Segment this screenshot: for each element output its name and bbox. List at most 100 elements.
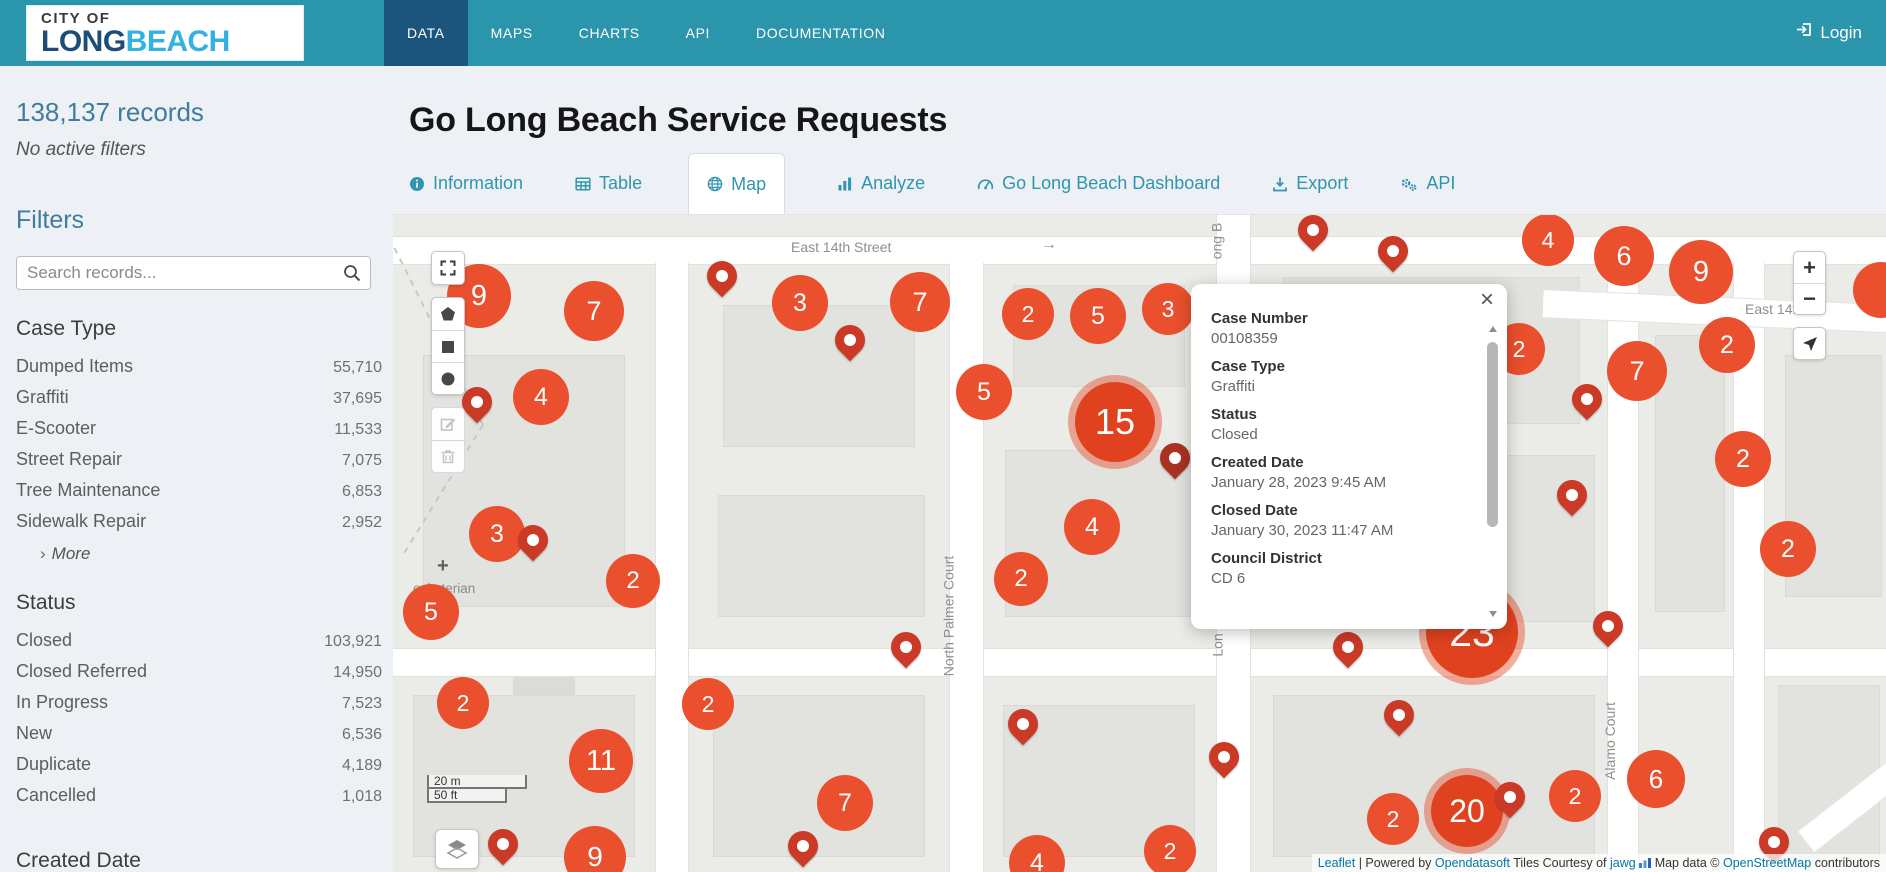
attribution-link[interactable]: Opendatasoft <box>1435 856 1510 870</box>
tab-information[interactable]: Information <box>409 153 523 214</box>
facet-label[interactable]: Dumped Items <box>16 356 133 377</box>
street-label-long-blvd-top: ong B <box>1208 223 1224 260</box>
records-count: 138,137 records <box>16 97 393 128</box>
map-cluster-marker[interactable]: 6 <box>1594 226 1654 286</box>
search-icon[interactable] <box>342 263 362 288</box>
nav-item-charts[interactable]: CHARTS <box>556 0 663 66</box>
map-canvas[interactable]: East 14th Street → East 14th St North Pa… <box>393 214 1886 872</box>
popup-close-button[interactable]: × <box>1480 288 1494 312</box>
map-cluster-marker[interactable]: 2 <box>1367 793 1419 845</box>
map-cluster-marker[interactable]: 2 <box>437 677 489 729</box>
status-facet-item[interactable]: Closed103,921 <box>16 630 382 661</box>
case-type-facet-item[interactable]: Tree Maintenance6,853 <box>16 480 382 511</box>
scrollbar-thumb[interactable] <box>1487 342 1498 527</box>
map-cluster-marker[interactable]: 2 <box>994 552 1048 606</box>
map-cluster-marker[interactable]: 4 <box>1064 499 1120 555</box>
tab-export[interactable]: Export <box>1272 153 1348 214</box>
map-cluster-marker[interactable]: 7 <box>1607 341 1667 401</box>
map-cluster-marker[interactable]: 7 <box>890 272 950 332</box>
map-cluster-marker[interactable]: 9 <box>1669 240 1733 304</box>
nav-item-documentation[interactable]: DOCUMENTATION <box>733 0 908 66</box>
zoom-in-button[interactable]: + <box>1794 252 1825 283</box>
dashboard-icon <box>977 176 994 192</box>
case-type-more-link[interactable]: ›More <box>40 544 393 564</box>
map-cluster-marker[interactable]: 2 <box>1144 825 1196 872</box>
scroll-down-arrow-icon[interactable] <box>1489 611 1497 617</box>
info-icon <box>409 176 425 192</box>
case-type-facet-item[interactable]: Sidewalk Repair2,952 <box>16 511 382 542</box>
map-cluster-marker[interactable]: 5 <box>403 584 459 640</box>
tab-table[interactable]: Table <box>575 153 642 214</box>
scroll-up-arrow-icon[interactable] <box>1489 326 1497 332</box>
status-facet-item[interactable]: New6,536 <box>16 723 382 754</box>
facet-label[interactable]: Graffiti <box>16 387 69 408</box>
edit-shapes-button[interactable] <box>432 408 464 440</box>
attribution-link[interactable]: Leaflet <box>1318 856 1356 870</box>
facet-label[interactable]: Closed Referred <box>16 661 147 682</box>
facet-label[interactable]: New <box>16 723 52 744</box>
facet-label[interactable]: In Progress <box>16 692 108 713</box>
map-cluster-marker[interactable]: 2 <box>682 678 734 730</box>
delete-shapes-button[interactable] <box>432 440 464 472</box>
map-cluster-marker[interactable]: 5 <box>956 364 1012 420</box>
map-cluster-marker[interactable]: 2 <box>1002 288 1054 340</box>
attribution-link[interactable]: jawg <box>1610 856 1636 870</box>
facet-label[interactable]: Tree Maintenance <box>16 480 160 501</box>
map-cluster-marker[interactable]: 2 <box>1760 521 1816 577</box>
status-facet-item[interactable]: Closed Referred 14,950 <box>16 661 382 692</box>
map-cluster-marker[interactable]: 11 <box>569 729 633 793</box>
facet-label[interactable]: Cancelled <box>16 785 96 806</box>
map-cluster-marker[interactable]: 7 <box>817 775 873 831</box>
fullscreen-button[interactable] <box>432 252 464 284</box>
case-type-facet-item[interactable]: Dumped Items55,710 <box>16 356 382 387</box>
status-facet-item[interactable]: Cancelled1,018 <box>16 785 382 816</box>
popup-field: Closed DateJanuary 30, 2023 11:47 AM <box>1211 502 1469 539</box>
map-cluster-marker[interactable]: 5 <box>1070 288 1126 344</box>
map-cluster-marker[interactable]: 2 <box>1715 431 1771 487</box>
status-facet-item[interactable]: In Progress7,523 <box>16 692 382 723</box>
status-facet-item[interactable]: Duplicate4,189 <box>16 754 382 785</box>
popup-scrollbar[interactable] <box>1486 326 1500 617</box>
map-cluster-marker[interactable]: 3 <box>1142 283 1194 335</box>
map-cluster-marker[interactable]: 4 <box>513 369 569 425</box>
facet-label[interactable]: Sidewalk Repair <box>16 511 146 532</box>
city-of-long-beach-logo[interactable]: CITY OF LONGBEACH <box>26 5 304 61</box>
map-cluster-marker[interactable]: 7 <box>564 281 624 341</box>
tab-analyze[interactable]: Analyze <box>837 153 925 214</box>
locate-button[interactable] <box>1794 328 1825 359</box>
map-cluster-marker[interactable]: 20 <box>1431 775 1503 847</box>
nav-item-data[interactable]: DATA <box>384 0 468 66</box>
map-cluster-marker[interactable]: 3 <box>772 275 828 331</box>
case-type-facet-item[interactable]: E-Scooter11,533 <box>16 418 382 449</box>
map-cluster-marker[interactable]: 15 <box>1075 382 1155 462</box>
draw-rectangle-button[interactable] <box>432 330 464 362</box>
facet-label[interactable]: Closed <box>16 630 72 651</box>
tab-map[interactable]: Map <box>688 153 785 214</box>
facet-label[interactable]: Street Repair <box>16 449 122 470</box>
search-input[interactable] <box>16 256 371 290</box>
popup-field: Council DistrictCD 6 <box>1211 550 1469 587</box>
case-type-facet-item[interactable]: Street Repair7,075 <box>16 449 382 480</box>
facet-label[interactable]: Duplicate <box>16 754 91 775</box>
layers-control[interactable] <box>435 829 479 869</box>
attribution-link[interactable]: OpenStreetMap <box>1723 856 1811 870</box>
map-cluster-marker[interactable]: 2 <box>1549 770 1601 822</box>
map-cluster-marker[interactable]: 2 <box>1699 317 1755 373</box>
case-type-facet-item[interactable]: Graffiti37,695 <box>16 387 382 418</box>
nav-item-maps[interactable]: MAPS <box>468 0 556 66</box>
tab-api[interactable]: API <box>1400 153 1455 214</box>
tab-go-long-beach-dashboard[interactable]: Go Long Beach Dashboard <box>977 153 1220 214</box>
zoom-out-button[interactable]: − <box>1794 283 1825 314</box>
map-cluster-marker[interactable]: 6 <box>1627 750 1685 808</box>
facet-count: 14,950 <box>333 664 382 682</box>
chevron-right-icon: › <box>40 544 46 563</box>
map-cluster-marker[interactable]: 3 <box>469 506 525 562</box>
map-cluster-marker[interactable]: 2 <box>606 554 660 608</box>
login-button[interactable]: Login <box>1796 0 1862 66</box>
facet-label[interactable]: E-Scooter <box>16 418 96 439</box>
map-cluster-marker[interactable]: 4 <box>1522 214 1574 266</box>
draw-polygon-button[interactable] <box>432 298 464 330</box>
popup-field-value: CD 6 <box>1211 570 1469 587</box>
nav-item-api[interactable]: API <box>663 0 733 66</box>
draw-circle-button[interactable] <box>432 362 464 394</box>
